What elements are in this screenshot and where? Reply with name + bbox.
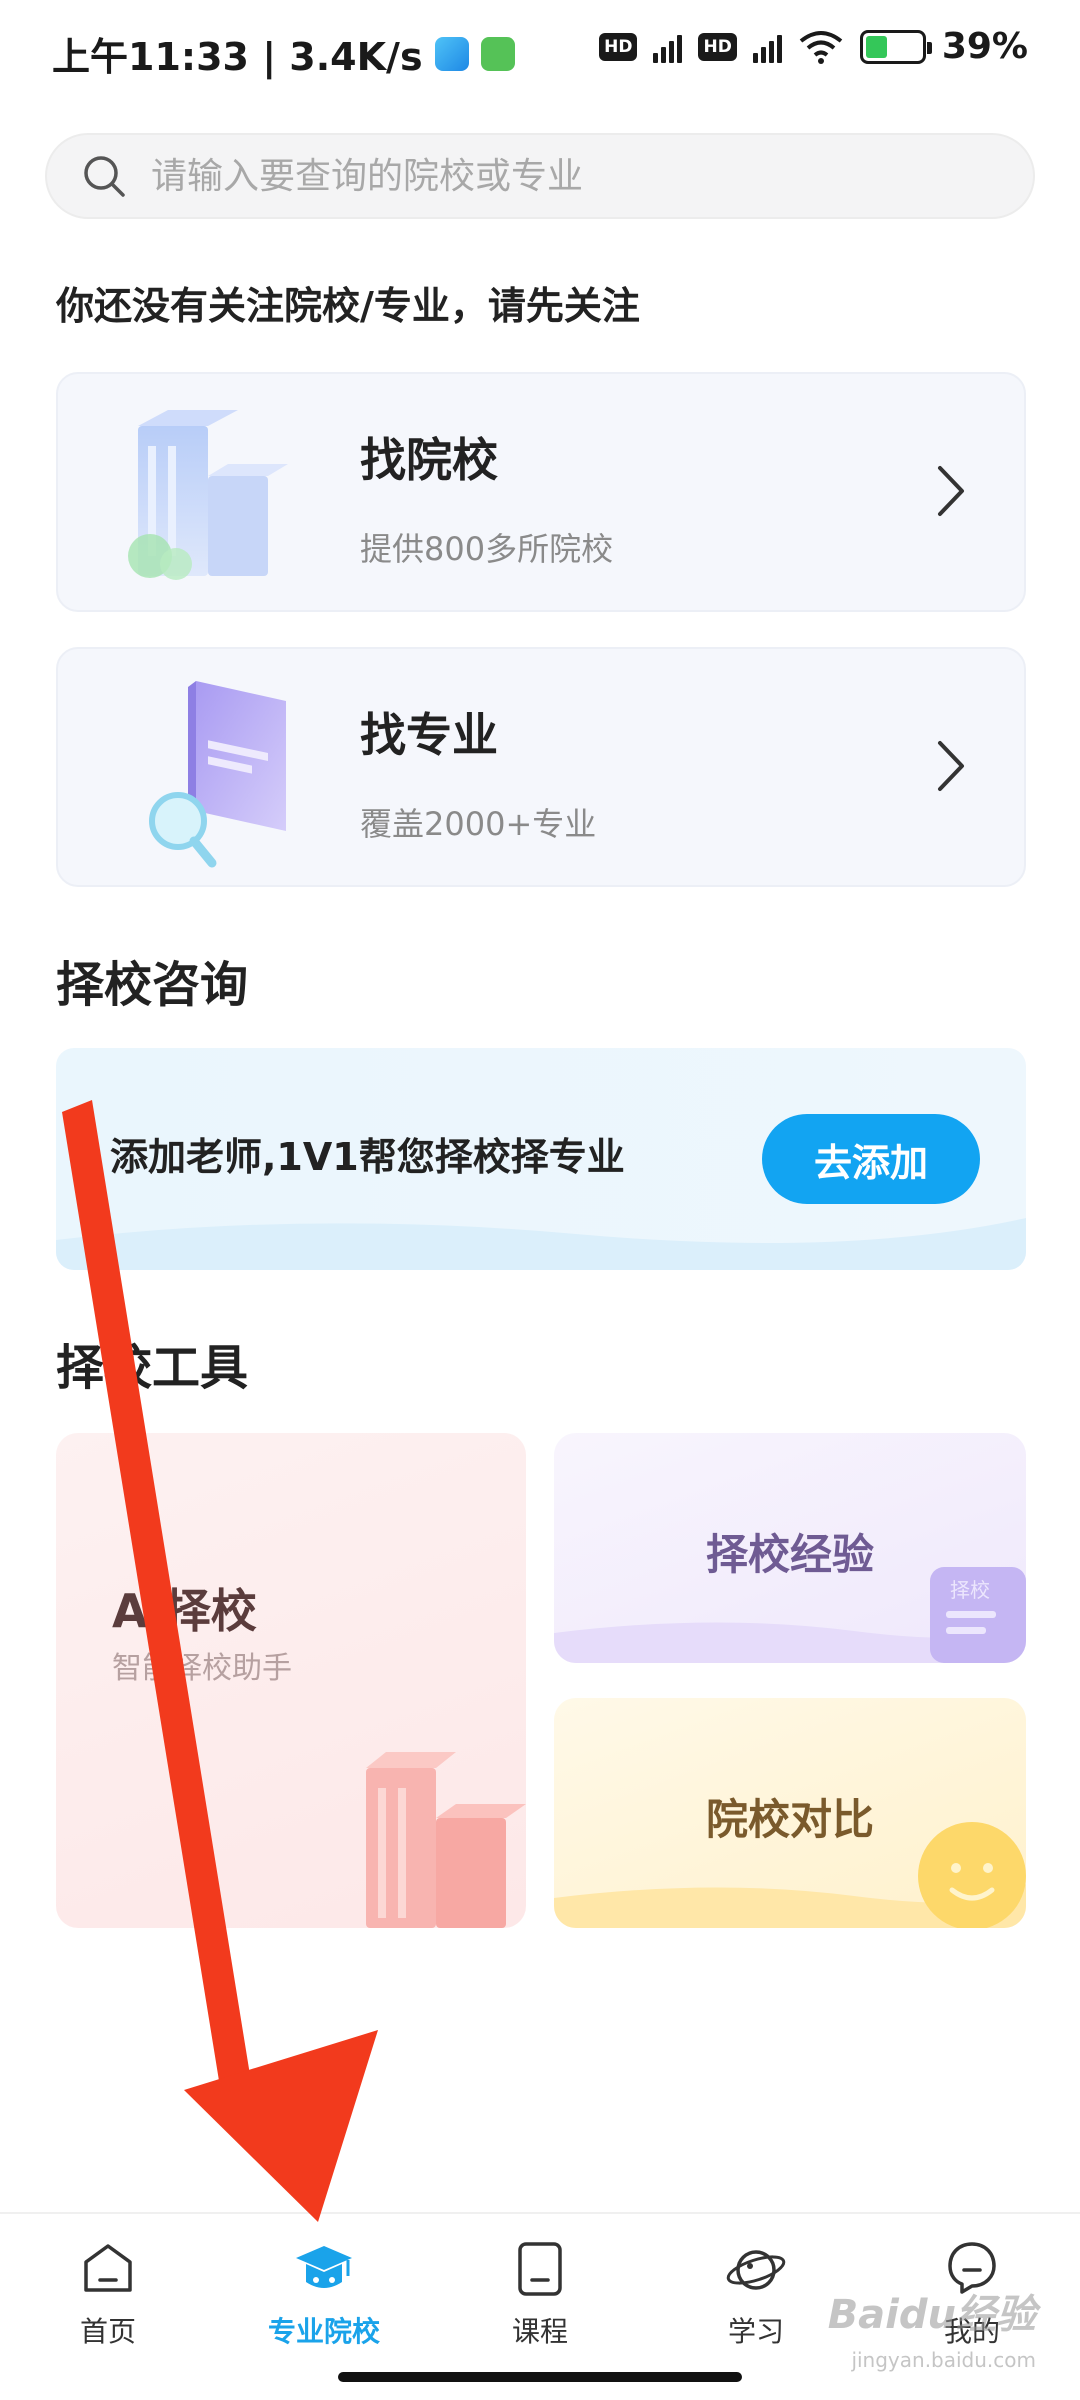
consult-text: 添加老师,1V1帮您择校择专业 <box>110 1135 625 1179</box>
wifi-icon <box>799 30 843 64</box>
nav-courses[interactable]: 课程 <box>460 2236 620 2350</box>
experience-badge-text: 择校 <box>950 1578 990 1602</box>
status-time: 上午11:33 | 3.4K/s <box>52 35 423 79</box>
ai-school-select-card[interactable]: AI择校 智能择校助手 <box>56 1433 526 1928</box>
experience-book-icon: 择校 <box>930 1567 1026 1663</box>
find-major-subtitle: 覆盖2000+专业 <box>360 805 597 843</box>
search-icon <box>84 156 125 197</box>
signal-icon-2 <box>752 31 782 63</box>
tools-section-title: 择校工具 <box>56 1340 249 1396</box>
home-indicator[interactable] <box>338 2372 742 2382</box>
nav-courses-label: 课程 <box>511 2315 568 2348</box>
search-input[interactable] <box>151 155 971 197</box>
baidu-watermark-url: jingyan.baidu.com <box>851 2348 1036 2372</box>
baidu-watermark: Baidu经验 <box>827 2292 1036 2338</box>
wave-decoration <box>56 1218 1026 1270</box>
consult-section-title: 择校咨询 <box>56 957 249 1013</box>
app-notification-icon <box>434 36 469 71</box>
course-book-icon <box>518 2242 562 2296</box>
status-left: 上午11:33 | 3.4K/s <box>52 26 515 81</box>
buildings-illustration-icon <box>128 410 288 580</box>
planet-icon <box>726 2250 786 2290</box>
red-buildings-illustration-icon <box>366 1752 526 1928</box>
status-right: HD HD 39% <box>599 26 1028 67</box>
hd-icon: HD <box>599 32 638 61</box>
hd-icon-2: HD <box>698 32 737 61</box>
cat-app-icon <box>480 36 515 71</box>
ai-school-select-title: AI择校 <box>112 1584 257 1638</box>
signal-icon <box>653 31 683 63</box>
nav-study[interactable]: 学习 <box>676 2236 836 2350</box>
ai-school-select-desc: 智能择校助手 <box>112 1651 292 1686</box>
status-bar: 上午11:33 | 3.4K/s HD HD 39% <box>0 0 1080 100</box>
find-school-card[interactable]: 找院校 提供800多所院校 <box>56 372 1026 612</box>
battery-percent: 39% <box>941 26 1028 67</box>
battery-fill <box>865 35 887 58</box>
nav-home-label: 首页 <box>79 2315 136 2348</box>
chevron-right-icon <box>938 741 964 791</box>
battery-icon <box>859 29 932 64</box>
book-magnifier-illustration-icon <box>149 681 286 868</box>
chevron-right-icon <box>938 466 964 516</box>
consult-banner[interactable]: 添加老师,1V1帮您择校择专业 去添加 <box>56 1048 1026 1270</box>
find-major-card[interactable]: 找专业 覆盖2000+专业 <box>56 647 1026 887</box>
smiley-face-icon <box>918 1822 1026 1928</box>
add-teacher-button[interactable]: 去添加 <box>762 1114 980 1204</box>
search-bar[interactable] <box>45 133 1035 219</box>
school-experience-card[interactable]: 择校经验 择校 <box>554 1433 1026 1663</box>
follow-hint: 你还没有关注院校/专业，请先关注 <box>56 284 640 328</box>
find-school-subtitle: 提供800多所院校 <box>360 530 614 568</box>
graduation-cap-icon <box>296 2246 352 2288</box>
nav-home[interactable]: 首页 <box>28 2236 188 2350</box>
find-school-title: 找院校 <box>360 433 498 487</box>
nav-study-label: 学习 <box>727 2315 784 2348</box>
school-compare-card[interactable]: 院校对比 <box>554 1698 1026 1928</box>
home-icon <box>84 2244 132 2292</box>
nav-majors-schools[interactable]: 专业院校 <box>244 2236 404 2350</box>
find-major-title: 找专业 <box>360 708 498 762</box>
nav-majors-schools-label: 专业院校 <box>267 2315 380 2348</box>
